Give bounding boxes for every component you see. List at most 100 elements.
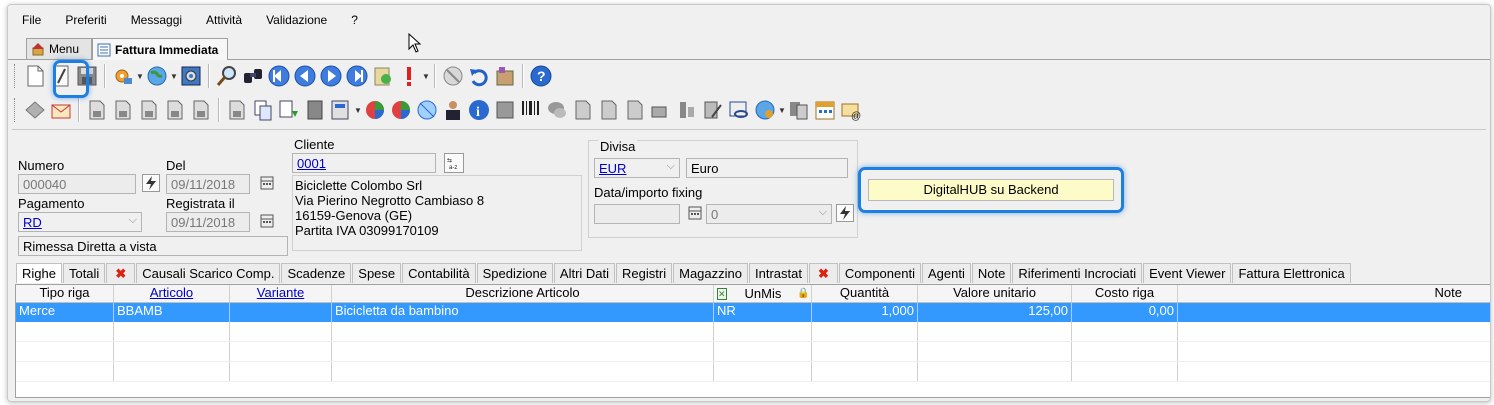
compass-button[interactable] bbox=[414, 97, 440, 123]
menu-help[interactable]: ? bbox=[339, 5, 370, 35]
copy-docs-button[interactable] bbox=[786, 97, 812, 123]
first-record-button[interactable] bbox=[266, 63, 292, 89]
col-tipo-riga[interactable]: Tipo riga bbox=[16, 285, 114, 302]
settings-button[interactable] bbox=[178, 63, 204, 89]
alert-dropdown[interactable]: ▼ bbox=[422, 72, 430, 81]
doc-action-button-3[interactable] bbox=[622, 97, 648, 123]
tab-contabilita[interactable]: Contabilità bbox=[402, 263, 476, 283]
globe-button[interactable] bbox=[144, 63, 170, 89]
col-costo-riga[interactable]: Costo riga bbox=[1072, 285, 1178, 302]
alert-button[interactable] bbox=[396, 63, 422, 89]
link-button[interactable] bbox=[726, 97, 752, 123]
tab-causali-scarico[interactable]: Causali Scarico Comp. bbox=[136, 263, 281, 283]
document-list-button[interactable] bbox=[328, 97, 354, 123]
doc-action-button-2[interactable] bbox=[596, 97, 622, 123]
copy-button[interactable] bbox=[250, 97, 276, 123]
print-doc-button-6[interactable] bbox=[224, 97, 250, 123]
close-icon[interactable]: ✖ bbox=[106, 263, 136, 283]
new-document-button[interactable] bbox=[22, 63, 48, 89]
fixing-amount-field[interactable]: 0 ⌵ bbox=[706, 204, 832, 224]
chart-button-2[interactable] bbox=[388, 97, 414, 123]
fixing-date-field[interactable] bbox=[594, 204, 680, 224]
fixing-calendar-button[interactable] bbox=[686, 204, 704, 222]
calendar-button[interactable] bbox=[812, 97, 838, 123]
scanner-button[interactable] bbox=[648, 97, 674, 123]
cell-costo[interactable]: 0,00 bbox=[1072, 303, 1178, 322]
tab-fattura-immediata[interactable]: Fattura Immediata bbox=[92, 38, 228, 60]
print-doc-button-4[interactable] bbox=[162, 97, 188, 123]
cell-tipo[interactable]: Merce bbox=[16, 303, 114, 322]
send-button[interactable] bbox=[22, 97, 48, 123]
numero-field[interactable]: 000040 bbox=[18, 174, 136, 194]
help-button[interactable]: ? bbox=[528, 63, 554, 89]
menu-validazione[interactable]: Validazione bbox=[254, 5, 339, 35]
cell-descrizione[interactable]: Bicicletta da bambino bbox=[332, 303, 714, 322]
tab-spese[interactable]: Spese bbox=[352, 263, 402, 283]
world-settings-button[interactable] bbox=[752, 97, 778, 123]
cell-articolo[interactable]: BBAMB bbox=[114, 303, 230, 322]
info-button[interactable]: i bbox=[466, 97, 492, 123]
print-doc-button-3[interactable] bbox=[136, 97, 162, 123]
tab-event-viewer[interactable]: Event Viewer bbox=[1143, 263, 1232, 283]
col-descrizione[interactable]: Descrizione Articolo bbox=[332, 285, 714, 302]
tab-riferimenti-incrociati[interactable]: Riferimenti Incrociati bbox=[1012, 263, 1143, 283]
cliente-code[interactable]: 0001 bbox=[297, 156, 326, 171]
pagamento-select[interactable]: RD ⌵ bbox=[18, 212, 142, 232]
tab-agenti[interactable]: Agenti bbox=[921, 263, 971, 283]
barcode-button[interactable] bbox=[518, 97, 544, 123]
tab-righe[interactable]: Righe bbox=[16, 263, 62, 283]
tab-altri-dati[interactable]: Altri Dati bbox=[553, 263, 616, 283]
print-doc-button-5[interactable] bbox=[188, 97, 214, 123]
edit-tool-button[interactable] bbox=[700, 97, 726, 123]
refresh-button[interactable] bbox=[370, 63, 396, 89]
menu-attivita[interactable]: Attività bbox=[194, 5, 254, 35]
next-record-button[interactable] bbox=[318, 63, 344, 89]
user-button[interactable] bbox=[440, 97, 466, 123]
tab-spedizione[interactable]: Spedizione bbox=[476, 263, 553, 283]
print-doc-button-1[interactable] bbox=[84, 97, 110, 123]
cliente-sort-button[interactable]: ⇆ a-z bbox=[444, 153, 464, 173]
col-variante[interactable]: Variante bbox=[230, 285, 332, 302]
previous-record-button[interactable] bbox=[292, 63, 318, 89]
actions-dropdown[interactable]: ▼ bbox=[136, 72, 144, 81]
import-button[interactable] bbox=[276, 97, 302, 123]
registrata-calendar-button[interactable] bbox=[258, 212, 276, 230]
tab-menu[interactable]: Menu bbox=[26, 38, 92, 59]
tab-totali[interactable]: Totali bbox=[62, 263, 106, 283]
last-record-button[interactable] bbox=[344, 63, 370, 89]
del-date-field[interactable]: 09/11/2018 bbox=[166, 174, 250, 194]
archive-button[interactable] bbox=[302, 97, 328, 123]
cell-quantita[interactable]: 1,000 bbox=[812, 303, 918, 322]
chat-button[interactable] bbox=[544, 97, 570, 123]
package-button[interactable] bbox=[492, 63, 518, 89]
cell-note[interactable] bbox=[1178, 303, 1488, 322]
registrata-date-field[interactable]: 09/11/2018 bbox=[166, 212, 250, 232]
menu-preferiti[interactable]: Preferiti bbox=[53, 5, 118, 35]
cell-valore[interactable]: 125,00 bbox=[918, 303, 1072, 322]
cell-unmis[interactable]: NR bbox=[714, 303, 812, 322]
col-articolo[interactable]: Articolo bbox=[114, 285, 230, 302]
globe-dropdown[interactable]: ▼ bbox=[170, 72, 178, 81]
doc-action-button-1[interactable] bbox=[570, 97, 596, 123]
tab-magazzino[interactable]: Magazzino bbox=[673, 263, 748, 283]
menu-file[interactable]: File bbox=[8, 5, 53, 35]
tab-note[interactable]: Note bbox=[971, 263, 1012, 283]
email-at-button[interactable]: @ bbox=[838, 97, 864, 123]
cell-variante[interactable] bbox=[230, 303, 332, 322]
tools-button[interactable] bbox=[674, 97, 700, 123]
col-valore-unitario[interactable]: Valore unitario bbox=[918, 285, 1072, 302]
menu-messaggi[interactable]: Messaggi bbox=[119, 5, 194, 35]
col-note[interactable]: Note bbox=[1178, 285, 1488, 302]
actions-button[interactable] bbox=[110, 63, 136, 89]
col-quantita[interactable]: Quantità bbox=[812, 285, 918, 302]
document-list-dropdown[interactable]: ▼ bbox=[354, 106, 362, 115]
divisa-select[interactable]: EUR ⌵ bbox=[594, 158, 680, 178]
table-row[interactable]: Merce BBAMB Bicicletta da bambino NR 1,0… bbox=[16, 303, 1490, 322]
archive-doc-button[interactable] bbox=[492, 97, 518, 123]
binoculars-button[interactable] bbox=[240, 63, 266, 89]
undo-button[interactable] bbox=[466, 63, 492, 89]
numero-lightning-button[interactable] bbox=[142, 174, 160, 192]
close-icon[interactable]: ✖ bbox=[808, 263, 838, 283]
tab-componenti[interactable]: Componenti bbox=[838, 263, 921, 283]
tab-intrastat[interactable]: Intrastat bbox=[749, 263, 808, 283]
